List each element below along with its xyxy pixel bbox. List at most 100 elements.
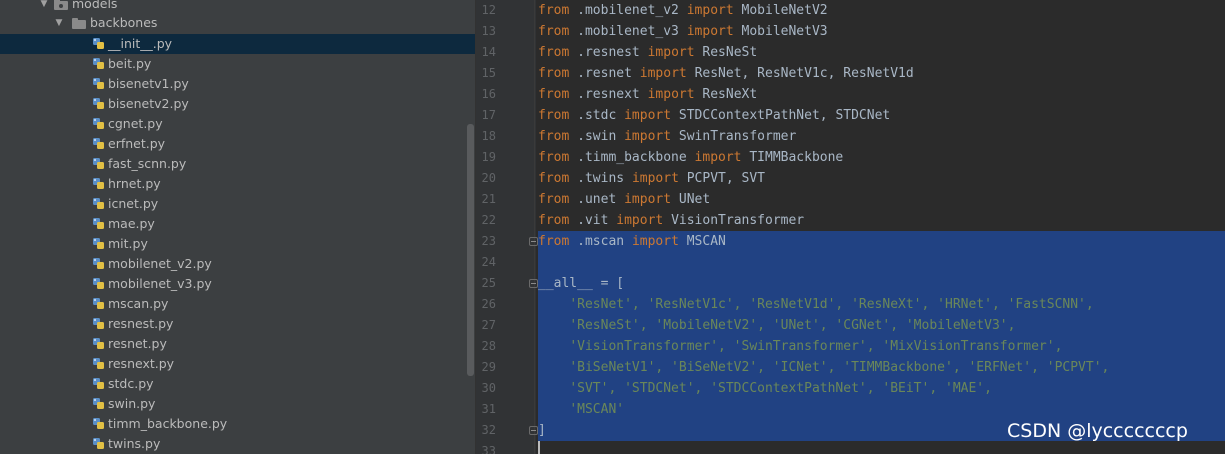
tree-item-file[interactable]: cgnet.py <box>0 114 475 134</box>
tree-item-file[interactable]: __init__.py <box>0 34 475 54</box>
tree-item-label: bisenetv2.py <box>108 96 189 111</box>
tree-item-file[interactable]: resnest.py <box>0 314 475 334</box>
tree-item-file[interactable]: mobilenet_v2.py <box>0 254 475 274</box>
keyword: import <box>639 66 687 81</box>
code-line: from .vit import VisionTransformer <box>538 210 804 231</box>
code-editor[interactable]: from .mobilenet_v2 import MobileNetV2 fro… <box>538 0 1225 454</box>
code-line: 'SVT', 'STDCNet', 'STDCContextPathNet', … <box>538 378 992 399</box>
line-number: 25 <box>481 276 496 290</box>
code-line: from .resnext import ResNeXt <box>538 84 757 105</box>
code-line: 'ResNet', 'ResNetV1c', 'ResNetV1d', 'Res… <box>538 294 1094 315</box>
line-number: 32 <box>481 423 496 437</box>
imported-names: PCPVT, SVT <box>686 171 766 186</box>
tree-item-file[interactable]: resnet.py <box>0 334 475 354</box>
tree-item-file[interactable]: fast_scnn.py <box>0 154 475 174</box>
line-number: 27 <box>481 318 496 332</box>
code-line: from .resnest import ResNeSt <box>538 42 757 63</box>
keyword: from <box>538 150 570 165</box>
tree-item-label: mit.py <box>108 236 148 251</box>
code-line: 'MSCAN' <box>538 399 624 420</box>
tree-item-label: resnet.py <box>108 336 167 351</box>
code-line: from .mobilenet_v3 import MobileNetV3 <box>538 21 828 42</box>
python-file-icon <box>93 178 104 189</box>
line-number: 26 <box>481 297 496 311</box>
keyword: from <box>538 66 570 81</box>
code-line: from .timm_backbone import TIMMBackbone <box>538 147 843 168</box>
tree-item-file[interactable]: hrnet.py <box>0 174 475 194</box>
fold-icon[interactable] <box>529 237 538 246</box>
fold-icon[interactable] <box>529 426 538 435</box>
tree-item-file[interactable]: twins.py <box>0 434 475 454</box>
string-list-line: 'ResNeSt', 'MobileNetV2', 'UNet', 'CGNet… <box>569 318 1016 333</box>
tree-item-file[interactable]: mobilenet_v3.py <box>0 274 475 294</box>
tree-item-label: backbones <box>90 15 158 30</box>
fold-icon[interactable] <box>529 279 538 288</box>
tree-item-file[interactable]: mscan.py <box>0 294 475 314</box>
module-name: .unet <box>577 192 617 207</box>
keyword: from <box>538 234 570 249</box>
string-list-line: 'BiSeNetV1', 'BiSeNetV2', 'ICNet', 'TIMM… <box>569 360 1110 375</box>
all-declaration: __all__ = [ <box>538 276 625 291</box>
python-file-icon <box>93 358 104 369</box>
tree-item-file[interactable]: erfnet.py <box>0 134 475 154</box>
line-number: 17 <box>481 108 496 122</box>
line-number: 15 <box>481 66 496 80</box>
tree-item-file[interactable]: mae.py <box>0 214 475 234</box>
expand-arrow-icon[interactable]: ▼ <box>38 0 50 14</box>
line-number: 12 <box>481 3 496 17</box>
code-line: from .unet import UNet <box>538 189 710 210</box>
tree-item-label: icnet.py <box>108 196 159 211</box>
imported-names: ResNeXt <box>702 87 758 102</box>
expand-arrow-icon[interactable]: ▼ <box>53 13 65 33</box>
python-file-icon <box>93 318 104 329</box>
imported-names: SwinTransformer <box>678 129 797 144</box>
tree-item-backbones[interactable]: ▼ backbones <box>0 13 475 33</box>
python-file-icon <box>93 438 104 449</box>
python-file-icon <box>93 138 104 149</box>
imported-names: MSCAN <box>686 234 726 249</box>
tree-scrollbar[interactable] <box>467 124 474 376</box>
tree-item-file[interactable]: icnet.py <box>0 194 475 214</box>
tree-item-label: hrnet.py <box>108 176 161 191</box>
folder-icon <box>72 18 86 29</box>
python-file-icon <box>93 418 104 429</box>
module-name: .timm_backbone <box>577 150 687 165</box>
tree-item-file[interactable]: mit.py <box>0 234 475 254</box>
tree-item-label: mae.py <box>108 216 155 231</box>
line-number: 28 <box>481 339 496 353</box>
module-name: .twins <box>577 171 625 186</box>
tree-item-file[interactable]: resnext.py <box>0 354 475 374</box>
keyword: from <box>538 171 570 186</box>
tree-item-file[interactable]: stdc.py <box>0 374 475 394</box>
string-list-line: 'ResNet', 'ResNetV1c', 'ResNetV1d', 'Res… <box>569 297 1094 312</box>
tree-item-label: mscan.py <box>108 296 169 311</box>
tree-item-file[interactable]: swin.py <box>0 394 475 414</box>
tree-item-file[interactable]: timm_backbone.py <box>0 414 475 434</box>
tree-item-label: __init__.py <box>108 36 173 51</box>
text-caret <box>538 441 540 454</box>
python-file-icon <box>93 258 104 269</box>
keyword: import <box>647 87 695 102</box>
keyword: import <box>624 192 672 207</box>
tree-item-models[interactable]: ▼ models <box>0 0 475 14</box>
keyword: import <box>616 213 664 228</box>
tree-item-file[interactable]: bisenetv2.py <box>0 94 475 114</box>
keyword: import <box>631 234 679 249</box>
close-bracket: ] <box>538 423 546 438</box>
python-file-icon <box>93 198 104 209</box>
line-number: 29 <box>481 360 496 374</box>
module-name: .swin <box>577 129 617 144</box>
line-number: 23 <box>481 234 496 248</box>
tree-item-file[interactable]: beit.py <box>0 54 475 74</box>
python-file-icon <box>93 338 104 349</box>
python-file-icon <box>93 238 104 249</box>
python-file-icon <box>93 218 104 229</box>
imported-names: MobileNetV3 <box>741 24 828 39</box>
line-number: 31 <box>481 402 496 416</box>
module-name: .resnext <box>577 87 640 102</box>
tree-item-label: mobilenet_v3.py <box>108 276 212 291</box>
code-line: from .mobilenet_v2 import MobileNetV2 <box>538 0 828 21</box>
tree-item-file[interactable]: bisenetv1.py <box>0 74 475 94</box>
line-number: 20 <box>481 171 496 185</box>
code-line: from .twins import PCPVT, SVT <box>538 168 765 189</box>
